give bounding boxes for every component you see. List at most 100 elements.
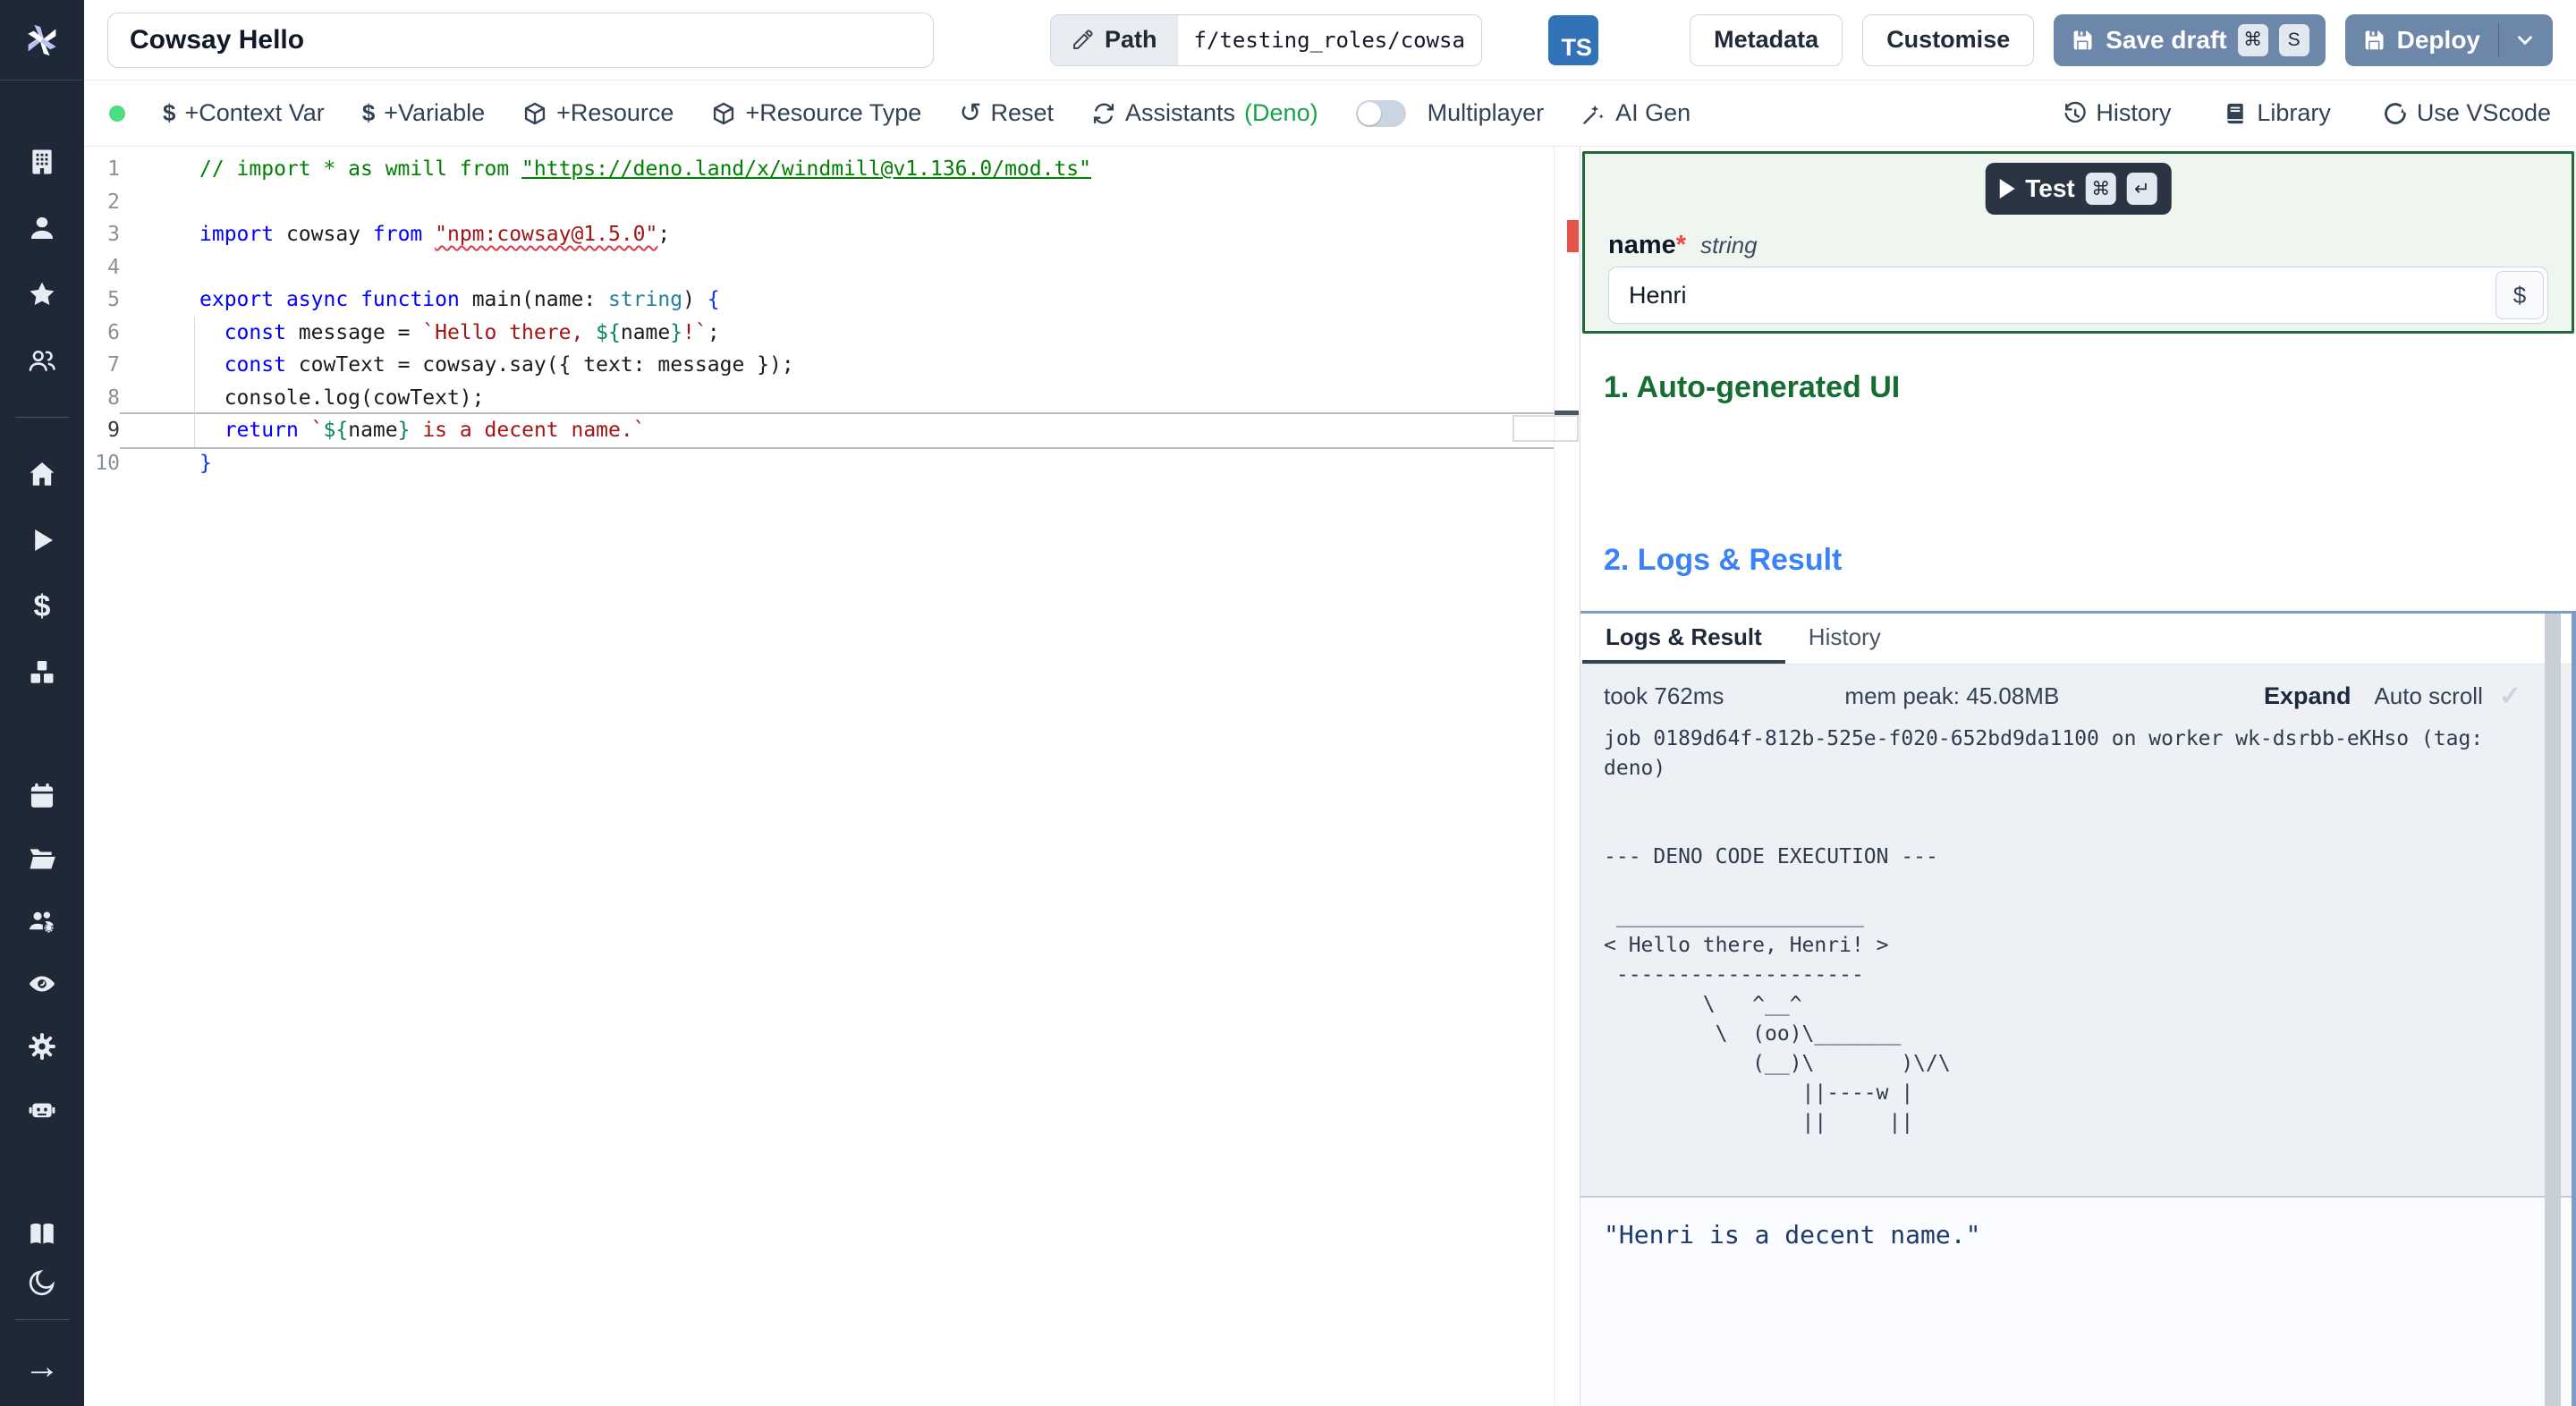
button-divider (2498, 22, 2499, 57)
line-number: 2 (107, 190, 120, 214)
cubes-icon (30, 660, 54, 683)
line-number: 4 (107, 255, 120, 279)
insert-variable-button[interactable]: $ (2496, 271, 2544, 319)
code-line[interactable]: const cowText = cowsay.say({ text: messa… (120, 349, 1580, 382)
chevron-down-icon[interactable] (2513, 29, 2537, 52)
script-title-input[interactable] (107, 12, 934, 68)
sidebar-item-resources[interactable] (0, 639, 84, 706)
line-number: 9 (107, 419, 120, 442)
argument-type: string (1700, 232, 1758, 258)
sidebar-item-groups[interactable] (0, 327, 84, 394)
use-vscode-button[interactable]: Use VScode (2383, 99, 2551, 127)
name-argument-input[interactable] (1609, 281, 2496, 309)
add-resource-label: +Resource (556, 99, 674, 126)
metadata-button[interactable]: Metadata (1690, 13, 1843, 66)
windmill-script-editor: $ → Cowsay Hello Path f/testing_roles/co… (0, 0, 2576, 1406)
log-body: took 762ms mem peak: 45.08MB Expand Auto… (1580, 665, 2572, 1196)
section-logs-result: 2. Logs & Result (1604, 543, 1843, 577)
library-button[interactable]: Library (2223, 99, 2331, 127)
save-draft-button[interactable]: Save draft ⌘ S (2054, 13, 2326, 66)
sidebar-item-schedules[interactable] (0, 765, 84, 827)
sidebar-item-home[interactable] (0, 441, 84, 507)
code-line[interactable] (120, 186, 1580, 219)
auto-scroll-label[interactable]: Auto scroll (2374, 682, 2482, 710)
ai-gen-button[interactable]: AI Gen (1581, 99, 1690, 127)
reset-button[interactable]: ↺ Reset (959, 99, 1054, 127)
customise-button[interactable]: Customise (1862, 13, 2035, 66)
deploy-button[interactable]: Deploy (2344, 13, 2553, 66)
deploy-label: Deploy (2396, 25, 2480, 54)
sidebar-item-workers[interactable] (0, 890, 84, 953)
add-resource-type-button[interactable]: +Resource Type (711, 99, 921, 127)
code-line[interactable]: } (120, 447, 1580, 480)
code-line[interactable]: // import * as wmill from "https://deno.… (120, 153, 1580, 186)
dollar-icon: $ (163, 99, 176, 126)
save-icon (2365, 30, 2384, 49)
toolbar-right: History Library Use VScode (2062, 99, 2551, 127)
sidebar-item-ai[interactable] (0, 1078, 84, 1140)
play-icon (35, 529, 54, 552)
star-icon (30, 282, 55, 306)
history-button[interactable]: History (2062, 99, 2171, 127)
line-number-gutter: 1 2 3 4 5 6 7 8 9 10 (84, 147, 120, 1406)
sidebar-item-folders[interactable] (0, 827, 84, 890)
kbd-cmd: ⌘ (2085, 173, 2116, 205)
reset-icon: ↺ (959, 97, 982, 128)
tab-logs-result[interactable]: Logs & Result (1582, 614, 1785, 664)
library-label: Library (2257, 99, 2331, 126)
sidebar-item-settings[interactable] (0, 1015, 84, 1078)
add-context-var-button[interactable]: $ +Context Var (163, 99, 325, 127)
test-label: Test (2025, 174, 2075, 202)
package-icon (714, 102, 734, 124)
top-header: Path f/testing_roles/cowsa TS Metadata C… (84, 0, 2576, 80)
sidebar-item-user[interactable] (0, 195, 84, 261)
line-number: 1 (107, 157, 120, 181)
panel-scrollbar[interactable] (2545, 614, 2561, 1406)
multiplayer-toggle[interactable] (1355, 99, 1406, 127)
code-line[interactable]: const message = `Hello there, ${name}!`; (120, 317, 1580, 350)
sidebar-item-workspace[interactable] (0, 129, 84, 195)
code-line[interactable]: return `${name} is a decent name.` (120, 414, 1580, 447)
assistants-label: Assistants (1125, 99, 1236, 126)
add-resource-type-label: +Resource Type (745, 99, 922, 126)
wand-icon (1583, 105, 1604, 124)
home-icon (30, 462, 55, 486)
code-line[interactable]: import cowsay from "npm:cowsay@1.5.0"; (120, 218, 1580, 251)
sidebar-item-docs[interactable] (0, 1210, 84, 1258)
code-editor[interactable]: 1 2 3 4 5 6 7 8 9 10 // import * as wmill from "h… (84, 147, 1580, 1406)
multiplayer-toggle-group: Multiplayer (1355, 99, 1545, 127)
edit-path-button[interactable]: Path (1051, 14, 1177, 65)
sidebar-item-runs[interactable] (0, 507, 84, 573)
tab-history[interactable]: History (1785, 614, 1904, 664)
eye-icon (29, 976, 55, 992)
save-draft-label: Save draft (2106, 25, 2227, 54)
windmill-logo-icon (28, 24, 56, 55)
book-icon (2227, 103, 2244, 123)
kbd-cmd: ⌘ (2237, 23, 2268, 56)
assistants-button[interactable]: Assistants (Deno) (1091, 99, 1318, 127)
sidebar-item-favorites[interactable] (0, 261, 84, 327)
toggle-knob (1357, 101, 1381, 125)
add-resource-button[interactable]: +Resource (522, 99, 674, 127)
code-area[interactable]: // import * as wmill from "https://deno.… (120, 147, 1580, 1406)
windmill-logo[interactable] (0, 0, 84, 80)
check-icon[interactable]: ✓ (2499, 681, 2521, 712)
indent-guide (194, 317, 195, 447)
mem-peak-stat: mem peak: 45.08MB (1844, 682, 2060, 709)
script-path-value[interactable]: f/testing_roles/cowsa (1176, 14, 1481, 65)
code-line[interactable] (120, 251, 1580, 284)
sidebar-collapse-button[interactable]: → (0, 1333, 84, 1401)
test-button[interactable]: Test ⌘ ↵ (1985, 163, 2172, 215)
code-line[interactable]: export async function main(name: string)… (120, 284, 1580, 317)
multiplayer-label: Multiplayer (1427, 99, 1545, 126)
code-line[interactable]: console.log(cowText); (120, 382, 1580, 415)
result-value: "Henri is a decent name." (1604, 1220, 1981, 1249)
add-variable-button[interactable]: $ +Variable (362, 99, 485, 127)
argument-label-row: name* string (1608, 231, 1758, 260)
took-stat: took 762ms (1604, 682, 1724, 709)
sidebar-item-theme[interactable] (0, 1258, 84, 1307)
sidebar-item-variables[interactable]: $ (0, 573, 84, 639)
expand-button[interactable]: Expand (2264, 682, 2351, 710)
assistants-lang: (Deno) (1244, 99, 1318, 126)
sidebar-item-audit[interactable] (0, 953, 84, 1015)
